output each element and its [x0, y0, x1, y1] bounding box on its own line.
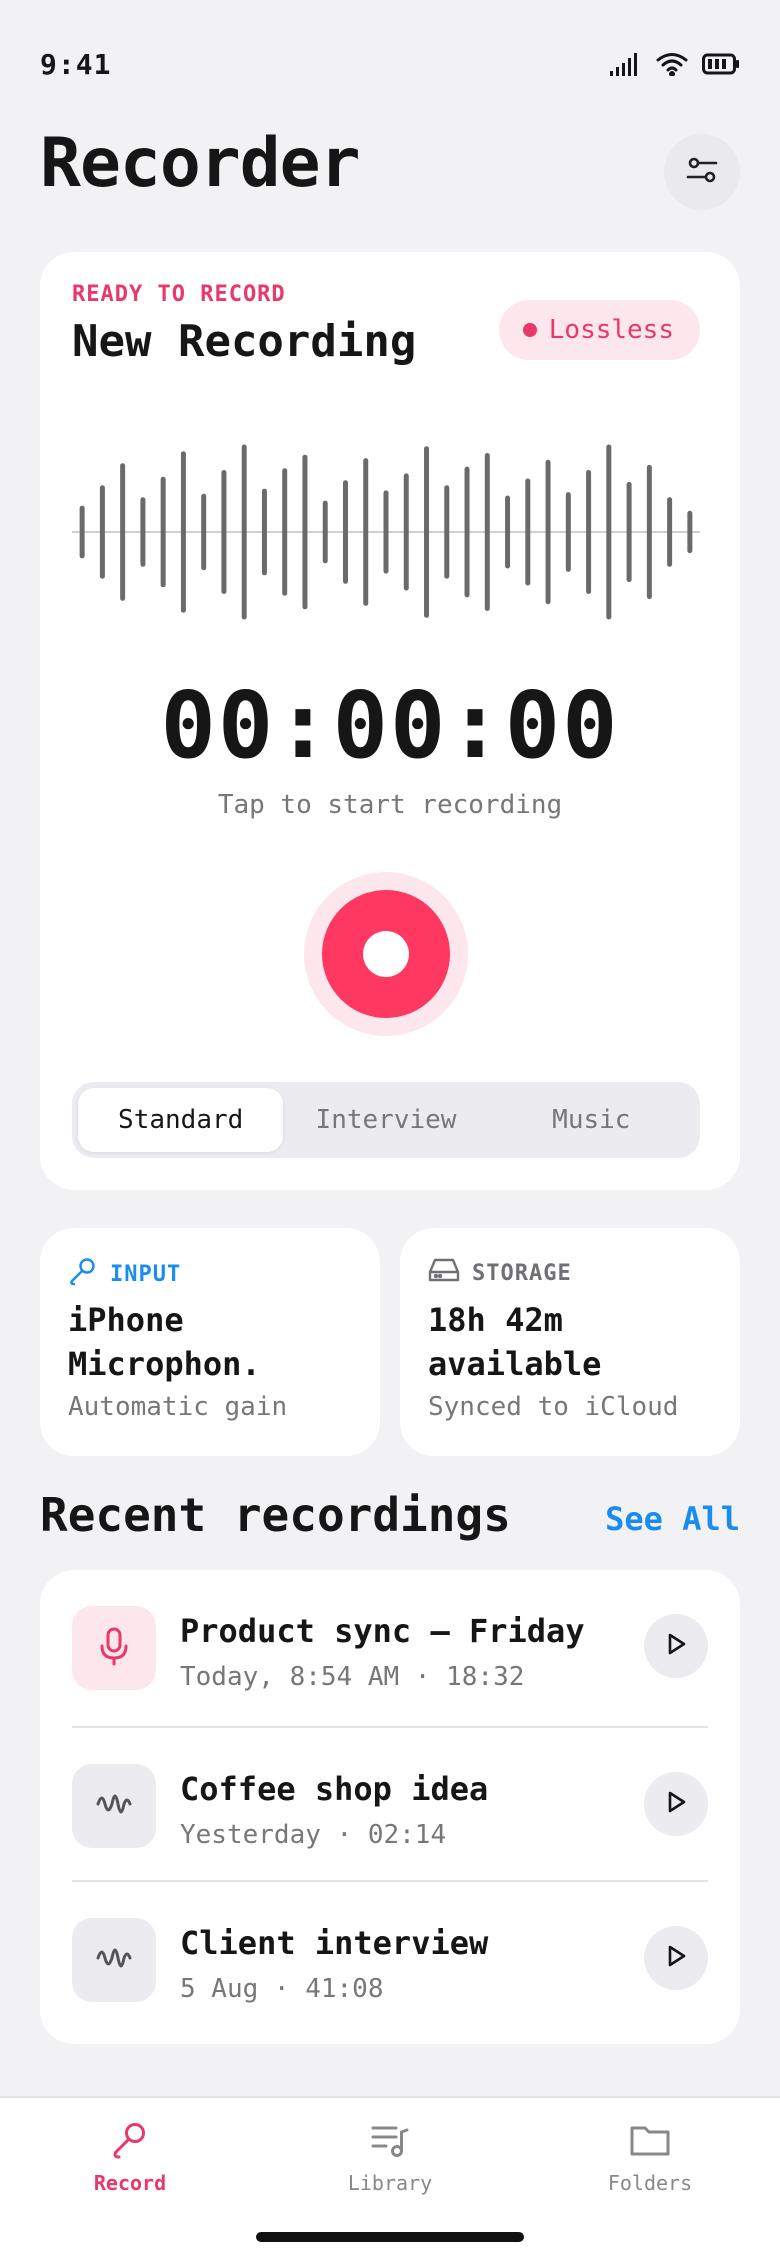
recording-title: New Recording: [72, 316, 417, 367]
storage-available: 18h 42m available: [428, 1301, 602, 1383]
recording-meta: Yesterday · 02:14: [180, 1820, 447, 1850]
recorder-card: READY TO RECORD New Recording Lossless 0…: [40, 252, 740, 1190]
tab-folders[interactable]: Folders: [570, 2120, 730, 2195]
recording-timer: 00:00:00: [160, 672, 620, 779]
settings-button[interactable]: [664, 134, 740, 210]
play-button[interactable]: [644, 1926, 708, 1990]
record-dot-icon: [363, 931, 409, 977]
storage-label: STORAGE: [428, 1256, 572, 1290]
input-gain: Automatic gain: [68, 1392, 288, 1422]
recording-meta: 5 Aug · 41:08: [180, 1974, 384, 2004]
input-label: INPUT: [68, 1256, 181, 1292]
input-card[interactable]: INPUT iPhone Microphon. Automatic gain: [40, 1228, 380, 1456]
recording-title: Client interview: [180, 1924, 489, 1962]
home-indicator: [256, 2232, 524, 2242]
play-button[interactable]: [644, 1772, 708, 1836]
mode-interview[interactable]: Interview: [283, 1088, 488, 1152]
record-button-ring: [304, 872, 468, 1036]
folder-icon: [629, 2120, 671, 2165]
sliders-icon: [686, 154, 718, 190]
badge-label: Lossless: [548, 315, 674, 345]
status-icons: [610, 52, 740, 80]
tab-record[interactable]: Record: [50, 2120, 210, 2195]
recording-thumb: [72, 1764, 156, 1848]
recording-title: Coffee shop idea: [180, 1770, 489, 1808]
microphone-icon: [68, 1256, 98, 1292]
badge-dot-icon: [522, 323, 537, 337]
mode-music[interactable]: Music: [489, 1088, 694, 1152]
list-item[interactable]: Product sync — Friday Today, 8:54 AM · 1…: [72, 1570, 708, 1724]
waveform-icon: [94, 1784, 134, 1828]
see-all-link[interactable]: See All: [605, 1500, 740, 1538]
record-mic-icon: [110, 2120, 150, 2165]
microphone-icon: [96, 1626, 132, 1670]
mode-selector: Standard Interview Music: [72, 1082, 700, 1158]
section-title: Recent recordings: [40, 1488, 511, 1542]
wifi-icon: [656, 52, 688, 80]
record-button[interactable]: [322, 890, 450, 1018]
quality-badge[interactable]: Lossless: [498, 300, 700, 360]
library-icon: [370, 2120, 410, 2165]
tab-library[interactable]: Library: [310, 2120, 470, 2195]
storage-sync: Synced to iCloud: [428, 1392, 679, 1422]
storage-card[interactable]: STORAGE 18h 42m available Synced to iClo…: [400, 1228, 740, 1456]
recording-thumb: [72, 1606, 156, 1690]
play-button[interactable]: [644, 1614, 708, 1678]
recording-meta: Today, 8:54 AM · 18:32: [180, 1662, 525, 1692]
recording-title: Product sync — Friday: [180, 1612, 585, 1650]
status-bar: 9:41: [0, 0, 780, 120]
battery-icon: [702, 52, 740, 80]
recorder-status: READY TO RECORD: [72, 282, 286, 307]
status-time: 9:41: [40, 48, 112, 81]
hard-drive-icon: [428, 1256, 460, 1290]
page-title: Recorder: [40, 124, 361, 203]
signal-icon: [610, 52, 642, 80]
recent-list: Product sync — Friday Today, 8:54 AM · 1…: [40, 1570, 740, 2044]
recording-thumb: [72, 1918, 156, 2002]
play-icon: [663, 1943, 689, 1973]
mode-standard[interactable]: Standard: [78, 1088, 284, 1152]
play-icon: [663, 1789, 689, 1819]
recording-hint: Tap to start recording: [217, 790, 563, 820]
play-icon: [663, 1631, 689, 1661]
input-device: iPhone Microphon.: [68, 1301, 261, 1383]
waveform-icon: [94, 1938, 134, 1982]
list-item[interactable]: Client interview 5 Aug · 41:08: [72, 1882, 708, 2036]
list-item[interactable]: Coffee shop idea Yesterday · 02:14: [72, 1728, 708, 1882]
waveform: [72, 444, 700, 620]
